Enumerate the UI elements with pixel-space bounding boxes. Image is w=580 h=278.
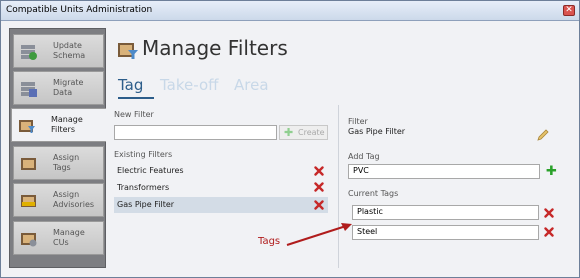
sidebar-item-manage-cus[interactable]: Manage CUs — [13, 221, 104, 255]
add-tag-input[interactable]: PVC — [348, 164, 540, 179]
plus-icon: ✚ — [284, 126, 294, 139]
title-bar: Compatible Units Administration ✕ — [1, 1, 579, 21]
add-tag-label: Add Tag — [348, 152, 380, 161]
assign-tags-icon — [21, 158, 36, 170]
delete-icon[interactable] — [314, 182, 324, 192]
delete-icon[interactable] — [314, 166, 324, 176]
annotation-label: Tags — [258, 236, 281, 247]
list-item[interactable]: Electric Features — [114, 163, 328, 179]
sidebar-item-manage-filters[interactable]: Manage Filters — [11, 108, 107, 142]
filter-label: Filter — [348, 117, 368, 126]
sidebar-item-label: Advisories — [53, 200, 95, 209]
manage-filters-icon — [19, 120, 35, 133]
list-item-selected[interactable]: Gas Pipe Filter — [114, 197, 328, 213]
update-schema-icon — [21, 45, 37, 60]
create-button[interactable]: ✚ Create — [279, 125, 328, 140]
tag-item-plastic: Plastic — [352, 205, 539, 220]
assign-advisories-icon — [21, 195, 36, 207]
sidebar-item-label: Migrate — [53, 78, 84, 87]
filter-name: Electric Features — [117, 166, 184, 175]
sidebar-item-label: Manage — [51, 115, 83, 124]
annotation-arrow — [286, 223, 352, 246]
tab-area[interactable]: Area — [234, 76, 269, 94]
new-filter-input[interactable] — [114, 125, 277, 140]
app-window: Compatible Units Administration ✕ Update… — [0, 0, 580, 278]
sidebar-item-label: Data — [53, 88, 73, 97]
existing-filters-label: Existing Filters — [114, 150, 173, 159]
sidebar-item-label: Schema — [53, 51, 86, 60]
sidebar-item-assign-advisories[interactable]: Assign Advisories — [13, 183, 104, 217]
sidebar-item-label: Assign — [53, 190, 80, 199]
current-tags-label: Current Tags — [348, 189, 399, 198]
list-item[interactable]: Transformers — [114, 180, 328, 196]
new-filter-label: New Filter — [114, 110, 154, 119]
tag-item-steel: Steel — [352, 225, 539, 240]
delete-icon[interactable] — [314, 200, 324, 210]
active-tab-indicator — [118, 97, 154, 99]
filter-name: Gas Pipe Filter — [117, 200, 175, 209]
close-button[interactable]: ✕ — [563, 5, 575, 16]
filter-name-value: Gas Pipe Filter — [348, 127, 406, 136]
pencil-icon[interactable] — [536, 128, 550, 142]
create-button-label: Create — [298, 128, 325, 137]
sidebar-item-label: Update — [53, 41, 82, 50]
add-tag-button[interactable]: ✚ — [546, 164, 557, 179]
sidebar-item-label: Assign — [53, 153, 80, 162]
sidebar-item-label: Tags — [53, 163, 71, 172]
sidebar-item-label: CUs — [53, 238, 69, 247]
window-title: Compatible Units Administration — [6, 5, 153, 15]
sidebar-item-label: Filters — [51, 125, 75, 134]
manage-filters-icon — [118, 43, 138, 59]
page-title: Manage Filters — [142, 36, 288, 60]
sidebar-item-label: Manage — [53, 228, 85, 237]
delete-icon[interactable] — [544, 227, 554, 237]
sidebar-item-migrate-data[interactable]: Migrate Data — [13, 71, 104, 105]
filter-name: Transformers — [117, 183, 170, 192]
delete-icon[interactable] — [544, 208, 554, 218]
sidebar-item-update-schema[interactable]: Update Schema — [13, 34, 104, 68]
migrate-data-icon — [21, 82, 37, 97]
tab-tag[interactable]: Tag — [118, 76, 143, 94]
sidebar: Update Schema Migrate Data Manage Filters A… — [9, 28, 107, 268]
manage-cus-icon — [21, 233, 37, 247]
tab-take-off[interactable]: Take-off — [160, 76, 218, 94]
sidebar-item-assign-tags[interactable]: Assign Tags — [13, 146, 104, 180]
